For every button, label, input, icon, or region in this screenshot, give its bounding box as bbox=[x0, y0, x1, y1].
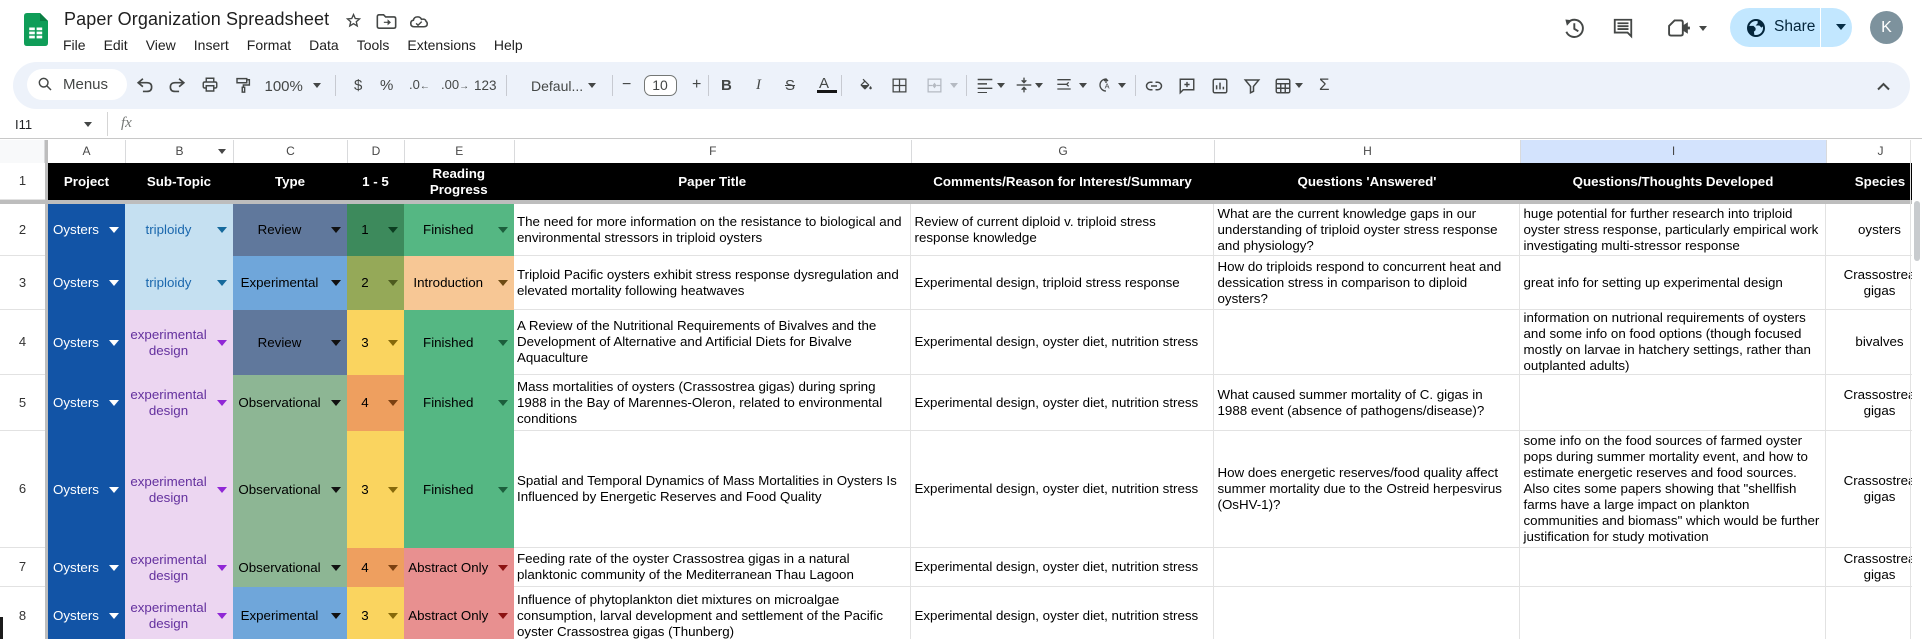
svg-text:A: A bbox=[1105, 81, 1110, 90]
